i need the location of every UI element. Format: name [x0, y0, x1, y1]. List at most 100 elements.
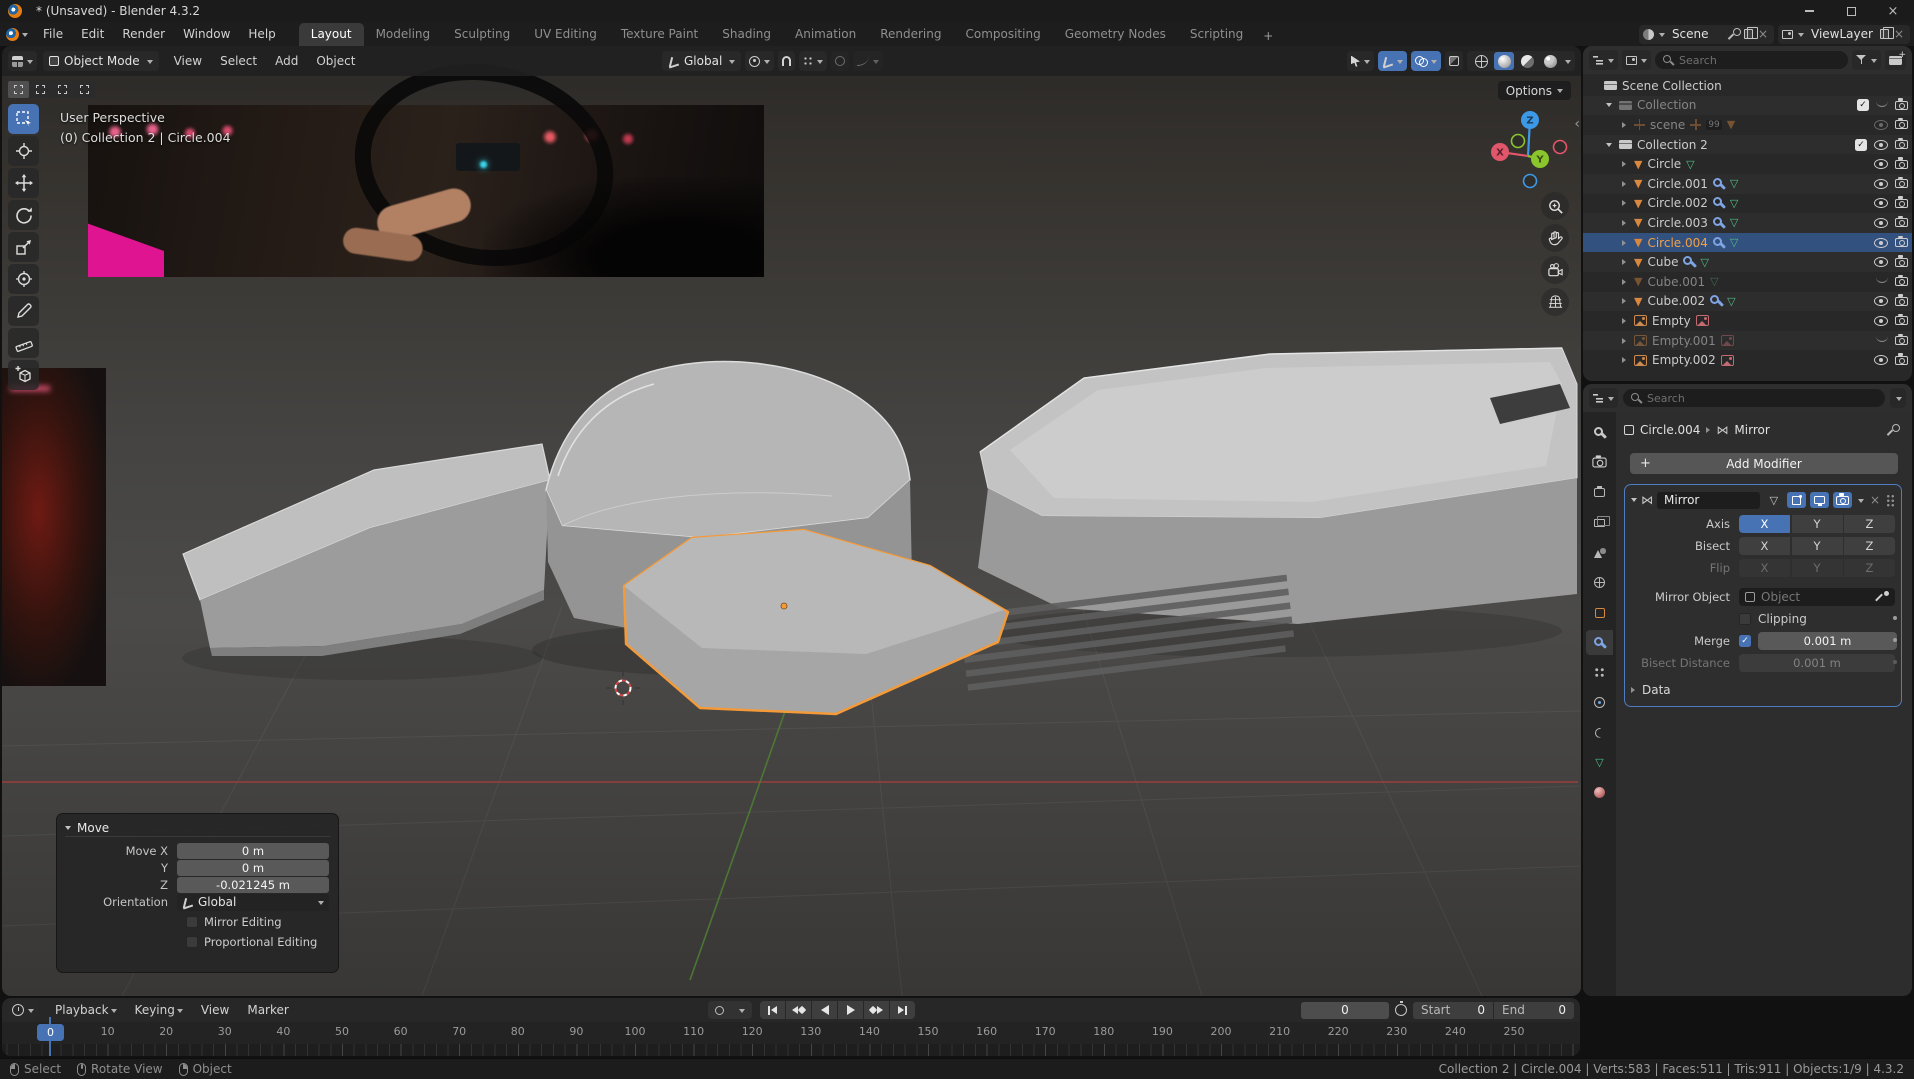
- outliner-item-label[interactable]: Circle.002: [1647, 196, 1707, 210]
- properties-tab-material[interactable]: [1586, 780, 1613, 805]
- properties-options-dropdown[interactable]: [1890, 388, 1906, 408]
- axis-y-handle[interactable]: Y: [1531, 150, 1549, 168]
- pin-icon[interactable]: [1729, 28, 1741, 40]
- properties-tab-object[interactable]: [1586, 600, 1613, 625]
- hide-in-viewport-toggle[interactable]: [1874, 198, 1888, 208]
- properties-search[interactable]: [1623, 389, 1885, 407]
- bisect-distance-field[interactable]: 0.001 m: [1739, 654, 1895, 672]
- menu-file[interactable]: File: [34, 24, 72, 44]
- flip-y-button[interactable]: Y: [1792, 559, 1843, 577]
- tool-move[interactable]: [8, 168, 39, 198]
- tool-add-cube[interactable]: [8, 360, 39, 390]
- move-field-value[interactable]: 0 m: [177, 843, 329, 859]
- select-mode-extend-button[interactable]: [30, 81, 51, 98]
- outliner-row-cube-001[interactable]: ▼Cube.001▽: [1583, 272, 1912, 292]
- xray-toggle[interactable]: [1445, 51, 1463, 71]
- exclude-checkbox[interactable]: ✓: [1855, 139, 1867, 151]
- properties-tab-particles[interactable]: [1586, 660, 1613, 685]
- add-modifier-button[interactable]: + Add Modifier: [1630, 453, 1898, 474]
- checkbox[interactable]: [186, 916, 198, 928]
- outliner-item-label[interactable]: scene: [1650, 118, 1685, 132]
- disclosure-arrow[interactable]: [1619, 161, 1629, 167]
- orthographic-grid-button[interactable]: [1541, 288, 1569, 316]
- hidden-eye-toggle[interactable]: [1876, 335, 1888, 342]
- properties-tab-scene[interactable]: [1586, 540, 1613, 565]
- show-overlays-dropdown[interactable]: [1411, 51, 1441, 71]
- disclosure-arrow[interactable]: [1619, 259, 1629, 265]
- proportional-falloff-dropdown[interactable]: [853, 51, 883, 71]
- outliner-item-label[interactable]: Collection 2: [1637, 138, 1708, 152]
- timeline-menu-playback[interactable]: Playback: [46, 1000, 126, 1020]
- timeline-ticks[interactable]: [2, 1044, 1580, 1056]
- jump-to-prev-keyframe-button[interactable]: [786, 1001, 811, 1019]
- timeline-menu-view[interactable]: View: [192, 1000, 238, 1020]
- outliner-item-label[interactable]: Circle.001: [1647, 177, 1707, 191]
- jump-to-start-button[interactable]: [760, 1001, 785, 1019]
- unlink-scene-button[interactable]: ×: [1756, 27, 1770, 41]
- outliner-row-collection[interactable]: Collection✓: [1583, 96, 1912, 116]
- axis-z-button[interactable]: Z: [1844, 515, 1895, 533]
- tool-annotate[interactable]: [8, 296, 39, 326]
- viewport-menu-select[interactable]: Select: [211, 51, 266, 71]
- disclosure-arrow[interactable]: [1619, 181, 1629, 187]
- outliner-item-label[interactable]: Circle.004: [1647, 236, 1707, 250]
- hide-in-viewport-toggle[interactable]: [1874, 238, 1888, 248]
- axis-z-handle[interactable]: Z: [1521, 111, 1539, 129]
- outliner-item-label[interactable]: Collection: [1637, 98, 1696, 112]
- frame-start-field[interactable]: Start 0: [1413, 1002, 1493, 1019]
- disclosure-arrow[interactable]: [1619, 298, 1629, 304]
- workspace-tab-animation[interactable]: Animation: [783, 23, 868, 46]
- outliner-item-label[interactable]: Circle.003: [1647, 216, 1707, 230]
- disclosure-arrow[interactable]: [1619, 357, 1629, 363]
- disclosure-arrow[interactable]: [1619, 279, 1629, 285]
- object-console-left[interactable]: [183, 444, 550, 656]
- outliner-row-empty[interactable]: Empty: [1583, 311, 1912, 331]
- outliner-row-circle[interactable]: ▼Circle▽: [1583, 154, 1912, 174]
- disable-in-renders-toggle[interactable]: [1895, 199, 1908, 208]
- workspace-tab-uv-editing[interactable]: UV Editing: [522, 23, 609, 46]
- outliner-row-circle-003[interactable]: ▼Circle.003▽: [1583, 213, 1912, 233]
- new-viewlayer-button[interactable]: [1880, 29, 1889, 39]
- disclosure-arrow[interactable]: [1619, 122, 1629, 128]
- object-type-visibility-dropdown[interactable]: [1347, 51, 1374, 71]
- current-frame-field[interactable]: 0: [1301, 1002, 1389, 1019]
- hide-in-viewport-toggle[interactable]: [1874, 257, 1888, 267]
- animate-dot[interactable]: [1893, 638, 1897, 642]
- select-mode-new-button[interactable]: [8, 81, 29, 98]
- outliner-search-input[interactable]: [1679, 54, 1840, 67]
- mode-dropdown[interactable]: Object Mode: [43, 51, 159, 71]
- display-mode-dropdown[interactable]: [1589, 50, 1618, 70]
- outliner-item-label[interactable]: Empty.002: [1652, 353, 1716, 367]
- properties-tab-constraints[interactable]: [1586, 720, 1613, 745]
- move-panel-header[interactable]: Move: [65, 819, 330, 837]
- merge-checkbox[interactable]: ✓: [1739, 635, 1751, 647]
- scene-selector[interactable]: Scene ×: [1639, 25, 1774, 44]
- workspace-tab-layout[interactable]: Layout: [299, 23, 364, 46]
- workspace-tab-sculpting[interactable]: Sculpting: [442, 23, 522, 46]
- hide-in-viewport-toggle[interactable]: [1874, 179, 1888, 189]
- disable-in-renders-toggle[interactable]: [1895, 101, 1908, 110]
- current-frame-indicator[interactable]: 0: [37, 1024, 64, 1041]
- maximize-button[interactable]: [1830, 0, 1872, 22]
- workspace-tab-shading[interactable]: Shading: [710, 23, 783, 46]
- outliner-item-label[interactable]: Cube.001: [1647, 275, 1705, 289]
- disable-in-renders-toggle[interactable]: [1895, 218, 1908, 227]
- on-cage-display-toggle[interactable]: [1787, 492, 1806, 508]
- workspace-tab-compositing[interactable]: Compositing: [953, 23, 1052, 46]
- modifier-name-field[interactable]: Mirror: [1657, 492, 1760, 509]
- checkbox-mirror-editing[interactable]: Mirror Editing: [186, 913, 330, 930]
- disable-in-renders-toggle[interactable]: [1895, 336, 1908, 345]
- view-layer-dropdown[interactable]: [1622, 50, 1651, 70]
- hide-in-viewport-toggle[interactable]: [1874, 296, 1888, 306]
- viewport-menu-view[interactable]: View: [165, 51, 211, 71]
- disable-in-renders-toggle[interactable]: [1895, 258, 1908, 267]
- disclosure-arrow[interactable]: [1604, 103, 1614, 107]
- transform-orientation-dropdown[interactable]: Global: [662, 51, 741, 71]
- jump-to-next-keyframe-button[interactable]: [864, 1001, 889, 1019]
- orientation-dropdown[interactable]: Global: [177, 894, 329, 911]
- disable-in-renders-toggle[interactable]: [1895, 140, 1908, 149]
- outliner-search[interactable]: [1655, 51, 1848, 69]
- outliner-item-label[interactable]: Empty.001: [1652, 334, 1716, 348]
- show-gizmos-dropdown[interactable]: [1378, 51, 1407, 71]
- proportional-editing-toggle[interactable]: [831, 51, 849, 71]
